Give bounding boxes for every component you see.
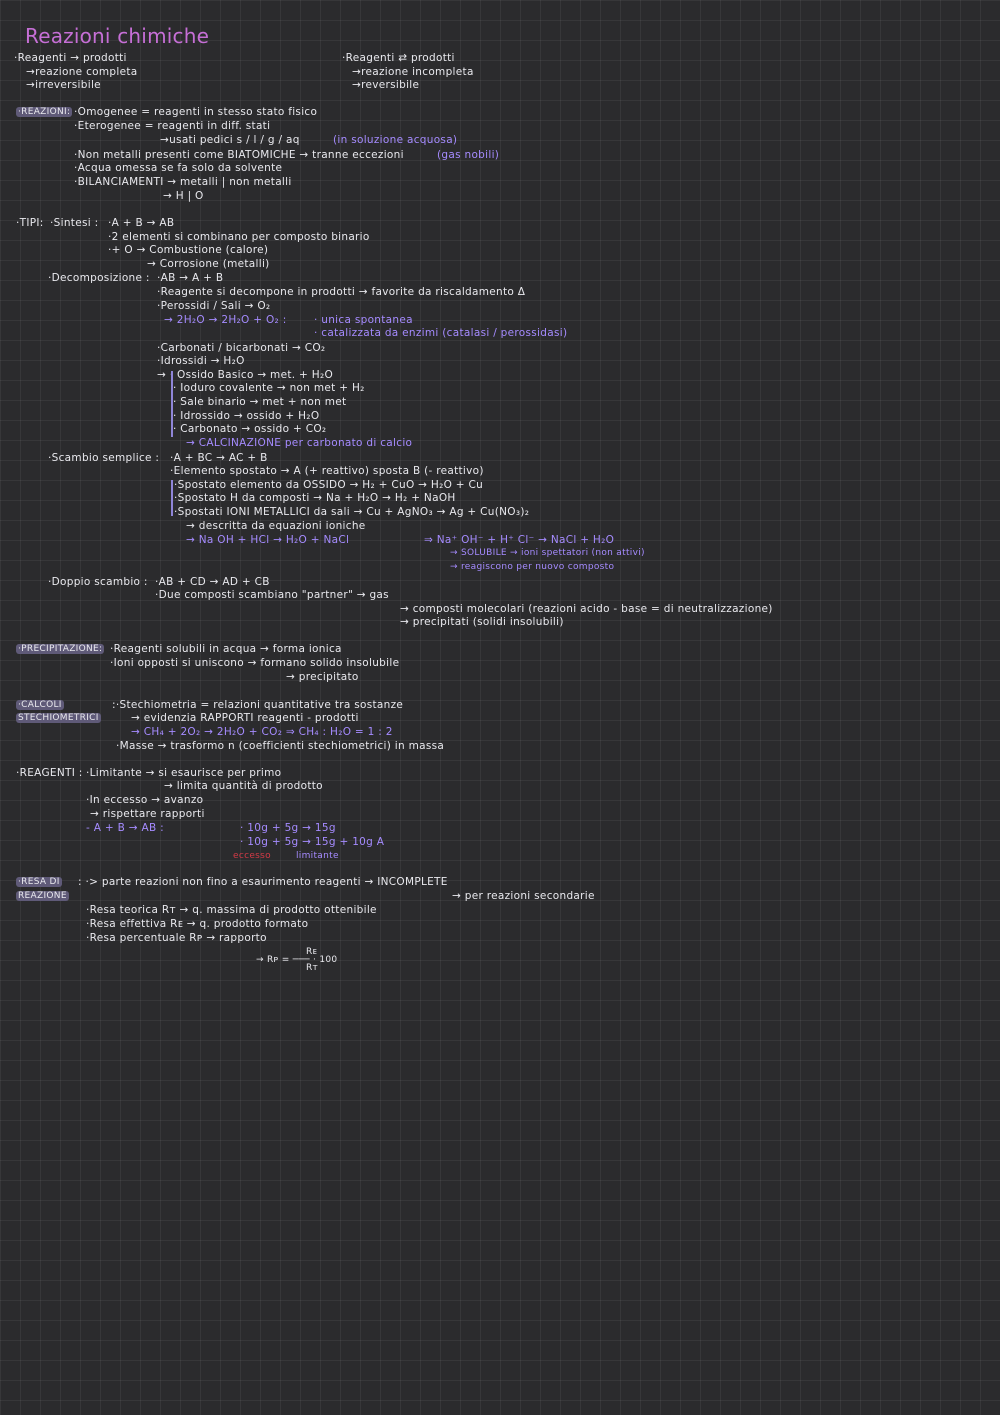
note-line: ·Spostato elemento da OSSIDO → H₂ + CuO …	[174, 479, 484, 491]
note-line: ·Acqua omessa se fa solo da solvente	[74, 162, 283, 174]
note-line: Rт	[306, 963, 319, 973]
note-line: → precipitato	[286, 671, 359, 683]
section-heading: ·PRECIPITAZIONE:	[16, 643, 105, 656]
note-line: → per reazioni secondarie	[452, 890, 595, 902]
note-line: ·Reagente si decompone in prodotti → fav…	[157, 286, 526, 298]
note-line: → descritta da equazioni ioniche	[186, 520, 366, 532]
note-line: ·Masse → trasformo n (coefficienti stech…	[116, 740, 445, 752]
note-line: → Na OH + HCl → H₂O + NaCl	[186, 534, 350, 546]
note-line: · catalizzata da enzimi (catalasi / pero…	[314, 327, 568, 339]
note-line: ·A + B → AB	[108, 217, 175, 229]
note-line: → CH₄ + 2O₂ → 2H₂O + CO₂ ⇒ CH₄ : H₂O = 1…	[131, 726, 393, 738]
note-line: ·Resa effettiva Rᴇ → q. prodotto formato	[86, 918, 309, 930]
bracket-line	[171, 480, 173, 516]
note-line: ·+ O → Combustione (calore)	[108, 244, 269, 256]
heading-label: REAZIONE	[16, 891, 69, 901]
note-line: ·Limitante → si esaurisce per primo	[86, 767, 282, 779]
note-line: → H | O	[163, 190, 204, 202]
note-line: ·A + BC → AC + B	[170, 452, 268, 464]
note-line: ·2 elementi si combinano per composto bi…	[108, 231, 370, 243]
note-line: · 10g + 5g → 15g + 10g A	[240, 836, 385, 848]
note-line: ·Resa teorica Rт → q. massima di prodott…	[86, 904, 377, 916]
note-line: ·AB + CD → AD + CB	[155, 576, 270, 588]
section-heading: REAZIONE	[16, 890, 69, 903]
note-line: ⇒ Na⁺ OH⁻ + H⁺ Cl⁻ → NaCl + H₂O	[424, 534, 615, 546]
note-line: ·Scambio semplice :	[48, 452, 160, 464]
note-line: ·Reagenti ⇄ prodotti	[342, 52, 455, 64]
note-line: ·Reagenti solubili in acqua → forma ioni…	[110, 643, 342, 655]
note-line: · Carbonato → ossido + CO₂	[173, 423, 327, 435]
note-line: ·BILANCIAMENTI → metalli | non metalli	[74, 176, 292, 188]
note-line: → Corrosione (metalli)	[147, 258, 270, 270]
heading-label: ·PRECIPITAZIONE:	[16, 644, 105, 654]
note-line: eccesso	[233, 851, 271, 861]
note-line: →irreversibile	[26, 79, 101, 91]
heading-label: ·RESA DI	[16, 877, 62, 887]
note-line: → SOLUBILE → ioni spettatori (non attivi…	[450, 548, 645, 558]
note-line: ·Non metalli presenti come BIATOMICHE → …	[74, 149, 404, 161]
note-line: : ·> parte reazioni non fino a esaurimen…	[78, 876, 448, 888]
note-line: :·Stechiometria = relazioni quantitative…	[112, 699, 404, 711]
note-line: ·Spostati IONI METALLICI da sali → Cu + …	[174, 506, 530, 518]
note-line: ·Due composti scambiano "partner" → gas	[155, 589, 389, 601]
note-line: · Ioduro covalente → non met + H₂	[173, 382, 365, 394]
note-line: (gas nobili)	[437, 149, 500, 161]
note-line: →usati pedici s / l / g / aq	[160, 134, 300, 146]
note-line: →reversibile	[352, 79, 420, 91]
note-line: ·Ioni opposti si uniscono → formano soli…	[110, 657, 400, 669]
page-title: Reazioni chimiche	[25, 24, 210, 48]
note-line: ·REAGENTI :	[16, 767, 83, 779]
note-line: ·TIPI:	[16, 217, 44, 229]
section-heading: ·RESA DI	[16, 876, 62, 889]
note-line: → rispettare rapporti	[90, 808, 205, 820]
note-line: · Sale binario → met + non met	[173, 396, 347, 408]
note-line: (in soluzione acquosa)	[333, 134, 458, 146]
note-line: → Rᴘ = ─── · 100	[256, 955, 338, 965]
note-line: → composti molecolari (reazioni acido - …	[400, 603, 773, 615]
note-line: → evidenzia RAPPORTI reagenti - prodotti	[131, 712, 359, 724]
note-line: - A + B → AB :	[86, 822, 164, 834]
note-line: → limita quantità di prodotto	[164, 780, 323, 792]
section-heading: ·CALCOLI	[16, 699, 64, 712]
note-line: → 2H₂O → 2H₂O + O₂ :	[164, 314, 287, 326]
note-line: ·Carbonati / bicarbonati → CO₂	[157, 342, 326, 354]
note-line: ·Sintesi :	[50, 217, 99, 229]
note-line: · Idrossido → ossido + H₂O	[173, 410, 320, 422]
note-line: ·Reagenti → prodotti	[14, 52, 127, 64]
heading-label: ·REAZIONI:	[16, 107, 73, 117]
note-line: → precipitati (solidi insolubili)	[400, 616, 564, 628]
note-line: ·In eccesso → avanzo	[86, 794, 204, 806]
section-heading: ·REAZIONI:	[16, 106, 73, 119]
note-line: · 10g + 5g → 15g	[240, 822, 336, 834]
note-line: ·AB → A + B	[157, 272, 224, 284]
note-line: →reazione incompleta	[352, 66, 474, 78]
note-line: ·Resa percentuale Rᴘ → rapporto	[86, 932, 267, 944]
section-heading: STECHIOMETRICI	[16, 712, 101, 725]
note-line: ·Elemento spostato → A (+ reattivo) spos…	[170, 465, 484, 477]
note-line: ·Idrossidi → H₂O	[157, 355, 245, 367]
note-line: → · Ossido Basico → met. + H₂O	[157, 369, 334, 381]
note-line: ·Eterogenee = reagenti in diff. stati	[74, 120, 271, 132]
note-line: ·Spostato H da composti → Na + H₂O → H₂ …	[174, 492, 456, 504]
note-line: ·Omogenee = reagenti in stesso stato fis…	[74, 106, 318, 118]
note-line: ·Decomposizione :	[48, 272, 150, 284]
note-line: → CALCINAZIONE per carbonato di calcio	[186, 437, 413, 449]
heading-label: ·CALCOLI	[16, 700, 64, 710]
note-line: → reagiscono per nuovo composto	[450, 562, 615, 572]
note-line: ·Doppio scambio :	[48, 576, 148, 588]
note-line: limitante	[296, 851, 339, 861]
bracket-line	[171, 371, 173, 437]
note-line: ·Perossidi / Sali → O₂	[157, 300, 271, 312]
heading-label: STECHIOMETRICI	[16, 713, 101, 723]
note-line: · unica spontanea	[314, 314, 413, 326]
note-line: →reazione completa	[26, 66, 138, 78]
